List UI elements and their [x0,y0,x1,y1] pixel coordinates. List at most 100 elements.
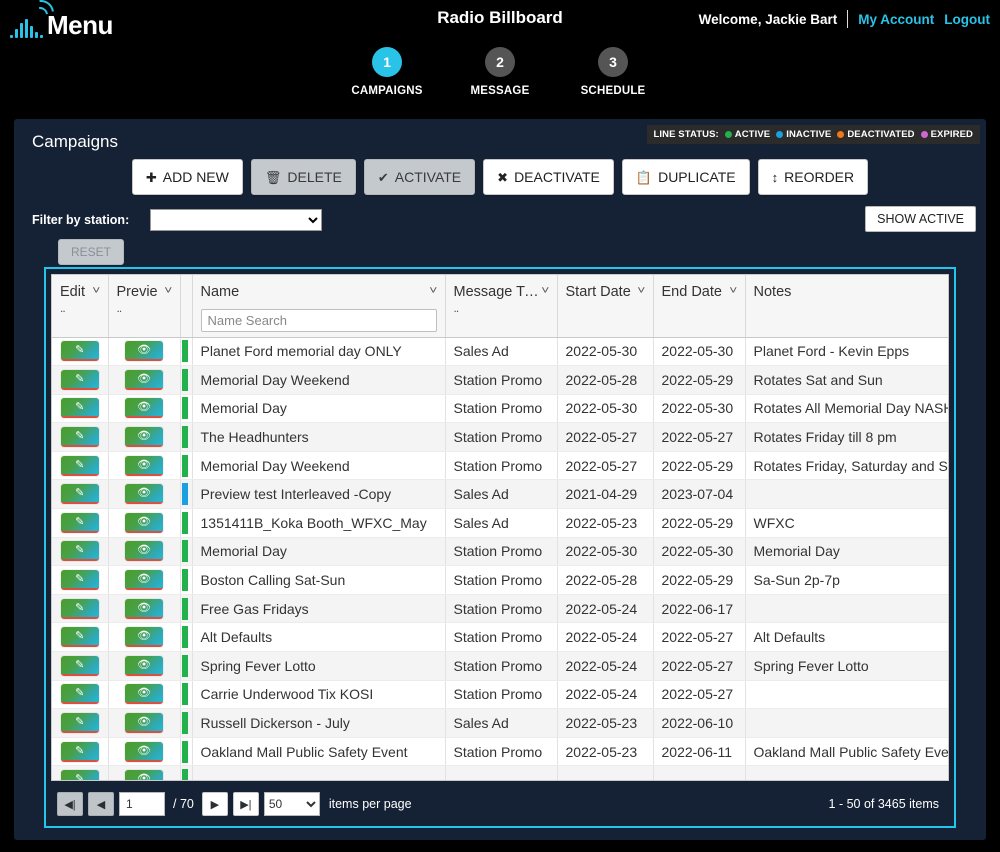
pencil-square-icon[interactable]: ✎ [60,627,99,648]
preview-cell[interactable]: 👁 [108,622,181,653]
preview-cell[interactable]: 👁 [108,565,181,595]
app-logo[interactable]: Menu [10,0,113,38]
column-header-end-date[interactable]: End Date ˅ [653,275,746,338]
my-account-link[interactable]: My Account [858,12,934,27]
preview-cell[interactable]: 👁 [108,537,181,567]
pencil-square-icon[interactable]: ✎ [60,427,99,448]
preview-cell[interactable]: 👁 [108,508,181,538]
chevron-down-icon[interactable]: ˅ [729,284,737,298]
eye-icon[interactable]: 👁 [125,713,163,734]
table-row[interactable]: ✎ 👁 Spring Fever Lotto Station Promo 2022-05… [52,651,948,681]
pencil-square-icon[interactable]: ✎ [60,484,99,505]
reset-button[interactable]: RESET [58,239,125,265]
preview-cell[interactable]: 👁 [108,422,181,452]
preview-cell[interactable]: 👁 [108,451,181,481]
eye-icon[interactable]: 👁 [125,341,163,362]
eye-icon[interactable]: 👁 [125,369,163,390]
edit-cell[interactable]: ✎ [52,651,109,681]
eye-icon[interactable]: 👁 [125,741,163,762]
column-header-start-date[interactable]: Start Date ˅ [557,275,654,338]
table-row[interactable]: ✎ 👁 Boston Calling Sat-Sun Station Promo 202… [52,565,948,595]
pencil-square-icon[interactable]: ✎ [60,398,99,419]
column-header-name[interactable]: Name ˅ [192,275,446,338]
chevron-down-icon[interactable]: ˅ [541,284,549,298]
edit-cell[interactable]: ✎ [52,508,109,538]
eye-icon[interactable]: 👁 [125,541,163,562]
table-row[interactable]: ✎ 👁 Planet Ford memorial day ONLY Sales Ad 2… [52,337,948,367]
pencil-square-icon[interactable]: ✎ [60,741,99,762]
eye-icon[interactable]: 👁 [125,570,163,591]
preview-cell[interactable]: 👁 [108,365,181,395]
eye-icon[interactable]: 👁 [125,598,163,619]
eye-icon[interactable]: 👁 [125,427,163,448]
edit-cell[interactable]: ✎ [52,422,109,452]
edit-cell[interactable]: ✎ [52,680,109,710]
table-row[interactable]: ✎ 👁 Oakland Mall Public Safety Event Statio… [52,737,948,767]
first-page-button[interactable]: ◀| [57,792,83,816]
edit-cell[interactable]: ✎ [52,594,109,624]
edit-cell[interactable]: ✎ [52,365,109,395]
pencil-square-icon[interactable]: ✎ [60,713,99,734]
preview-cell[interactable]: 👁 [108,337,181,367]
last-page-button[interactable]: ▶| [232,792,259,816]
eye-icon[interactable]: 👁 [125,455,163,476]
column-header-preview[interactable]: Previe ˅ .. [108,275,181,338]
prev-page-button[interactable]: ◀ [88,792,114,816]
edit-cell[interactable]: ✎ [52,622,109,653]
column-header-message-type[interactable]: Message Type ˅ .. [445,275,558,338]
next-page-button[interactable]: ▶ [201,792,228,816]
eye-icon[interactable]: 👁 [125,655,163,676]
pencil-square-icon[interactable]: ✎ [60,455,99,476]
edit-cell[interactable]: ✎ [52,708,109,738]
pencil-square-icon[interactable]: ✎ [60,770,99,780]
pencil-square-icon[interactable]: ✎ [60,369,99,390]
table-row[interactable]: ✎ 👁 Russell Dickerson - July Sales Ad 2022-0… [52,708,948,738]
table-row[interactable]: ✎ 👁 Free Gas Fridays Station Promo 2022-05-2… [52,594,948,624]
chevron-down-icon[interactable]: ˅ [637,284,645,298]
chevron-down-icon[interactable]: ˅ [92,284,100,298]
edit-cell[interactable]: ✎ [52,451,109,481]
pencil-square-icon[interactable]: ✎ [60,655,99,676]
preview-cell[interactable]: 👁 [108,680,181,710]
eye-icon[interactable]: 👁 [125,627,163,648]
pencil-square-icon[interactable]: ✎ [60,598,99,619]
table-row[interactable]: ✎ 👁 Preview test Interleaved -Copy Sales Ad… [52,479,948,510]
page-number-input[interactable] [119,792,165,816]
table-row[interactable]: ✎ 👁 [52,765,948,780]
edit-cell[interactable]: ✎ [52,565,109,595]
logout-link[interactable]: Logout [944,12,990,27]
column-header-notes[interactable]: Notes ˅ [745,275,948,338]
edit-cell[interactable]: ✎ [52,479,109,510]
eye-icon[interactable]: 👁 [125,398,163,419]
step-message[interactable]: 2 MESSAGE [452,47,549,97]
name-search-input[interactable] [200,309,437,332]
eye-icon[interactable]: 👁 [125,770,163,780]
station-filter-select[interactable] [150,209,322,231]
table-row[interactable]: ✎ 👁 Carrie Underwood Tix KOSI Station Promo… [52,680,948,710]
pencil-square-icon[interactable]: ✎ [60,541,99,562]
preview-cell[interactable]: 👁 [108,765,181,780]
pencil-square-icon[interactable]: ✎ [60,684,99,705]
eye-icon[interactable]: 👁 [125,684,163,705]
chevron-down-icon[interactable]: ˅ [429,284,437,298]
table-row[interactable]: ✎ 👁 Memorial Day Station Promo 2022-05-30 202… [52,537,948,567]
table-row[interactable]: ✎ 👁 1351411B_Koka Booth_WFXC_May Sales Ad 20… [52,508,948,538]
eye-icon[interactable]: 👁 [125,484,163,505]
preview-cell[interactable]: 👁 [108,594,181,624]
page-size-select[interactable]: 50 [263,792,320,816]
preview-cell[interactable]: 👁 [108,737,181,767]
eye-icon[interactable]: 👁 [125,512,163,533]
table-row[interactable]: ✎ 👁 The Headhunters Station Promo 2022-05-27… [52,422,948,452]
step-campaigns[interactable]: 1 CAMPAIGNS [339,47,436,97]
pencil-square-icon[interactable]: ✎ [60,570,99,591]
show-active-button[interactable]: SHOW ACTIVE [865,206,976,232]
preview-cell[interactable]: 👁 [108,651,181,681]
edit-cell[interactable]: ✎ [52,765,109,780]
column-header-edit[interactable]: Edit ˅ .. [52,275,109,338]
preview-cell[interactable]: 👁 [108,394,181,424]
preview-cell[interactable]: 👁 [108,708,181,738]
table-row[interactable]: ✎ 👁 Memorial Day Weekend Station Promo 2022-… [52,451,948,481]
table-row[interactable]: ✎ 👁 Alt Defaults Station Promo 2022-05-24 202… [52,622,948,653]
table-row[interactable]: ✎ 👁 Memorial Day Weekend Station Promo 2022-… [52,365,948,395]
edit-cell[interactable]: ✎ [52,537,109,567]
